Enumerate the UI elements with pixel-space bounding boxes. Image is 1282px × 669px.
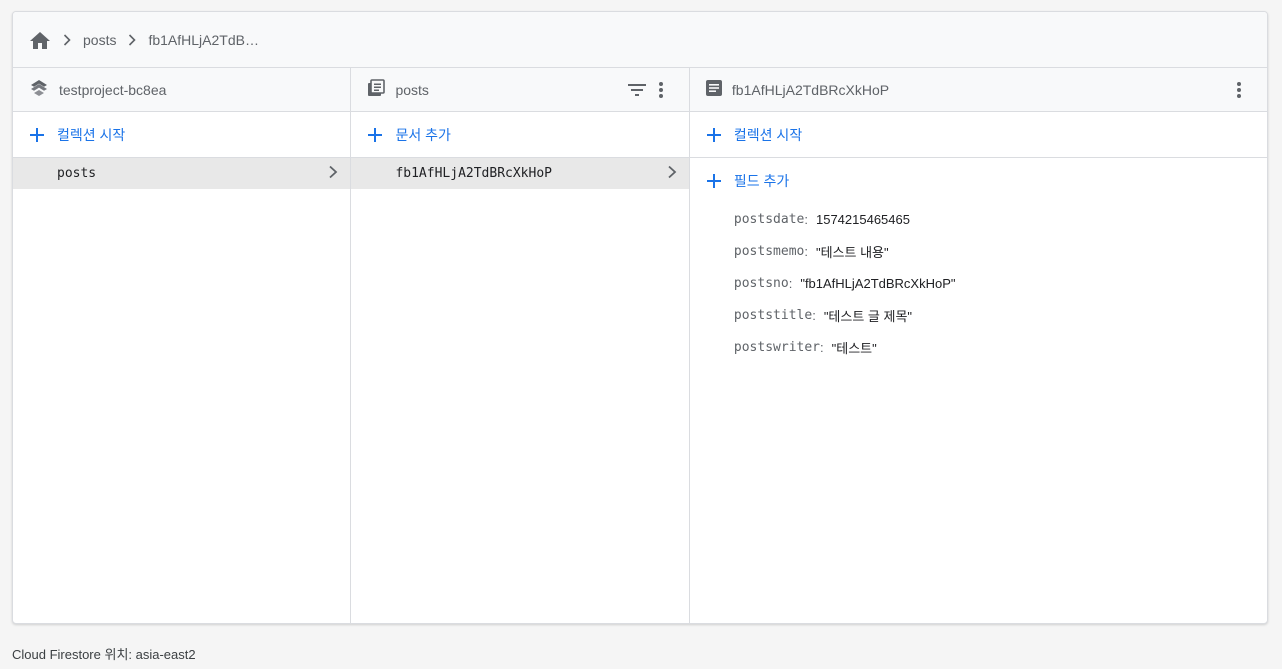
field-colon: : (804, 243, 808, 259)
field-list: postsdate: 1574215465465 postsmemo: "테스트… (690, 203, 1267, 363)
home-icon[interactable] (29, 29, 51, 51)
location-footer: Cloud Firestore 위치: asia-east2 (12, 647, 196, 662)
collection-list: posts (13, 157, 351, 189)
plus-icon (706, 173, 722, 189)
field-value: 1574215465465 (815, 211, 910, 227)
field-colon: : (804, 211, 808, 227)
document-fields: 필드 추가 postsdate: 1574215465465 postsmemo… (689, 157, 1267, 363)
document-column: fb1AfHLjA2TdBRcXkHoP 컬렉션 시작 필드 추가 postsd… (689, 68, 1267, 623)
plus-icon (706, 127, 722, 143)
project-stack-icon (29, 78, 49, 101)
field-colon: : (820, 339, 824, 355)
collection-column-header: posts (351, 68, 689, 112)
plus-icon (367, 127, 383, 143)
field-row[interactable]: postsdate: 1574215465465 (734, 203, 1267, 235)
field-colon: : (788, 275, 793, 291)
chevron-right-icon (667, 165, 677, 183)
field-key: poststitle (733, 307, 813, 323)
add-document-label: 문서 추가 (395, 126, 451, 143)
field-row[interactable]: poststitle: "테스트 글 제목" (734, 299, 1267, 331)
list-item-label: posts (57, 166, 97, 181)
breadcrumb-item-document[interactable]: fb1AfHLjA2TdB… (148, 32, 259, 48)
chevron-right-icon (328, 165, 338, 183)
chevron-right-icon (55, 28, 79, 52)
field-row[interactable]: postswriter: "테스트" (734, 331, 1267, 363)
list-item-label: fb1AfHLjA2TdBRcXkHoP (395, 166, 552, 181)
more-vert-icon[interactable] (649, 78, 673, 102)
start-collection-button[interactable]: 컬렉션 시작 (13, 112, 350, 157)
list-item-document[interactable]: fb1AfHLjA2TdBRcXkHoP (351, 158, 689, 189)
filter-icon[interactable] (625, 78, 649, 102)
data-columns: testproject-bc8ea 컬렉션 시작 posts posts 문서 … (13, 68, 1267, 623)
field-row[interactable]: postsno: "fb1AfHLjA2TdBRcXkHoP" (734, 267, 1267, 299)
field-key: postsmemo (733, 243, 805, 259)
start-subcollection-label: 컬렉션 시작 (733, 126, 803, 143)
project-column: testproject-bc8ea 컬렉션 시작 posts (13, 68, 352, 623)
add-field-label: 필드 추가 (733, 172, 790, 189)
collection-icon (367, 79, 386, 100)
document-title: fb1AfHLjA2TdBRcXkHoP (731, 81, 890, 98)
breadcrumb: posts fb1AfHLjA2TdB… (13, 12, 1267, 68)
field-key: postsdate (733, 211, 805, 227)
firestore-data-panel: posts fb1AfHLjA2TdB… testproject-bc8ea 컬… (12, 11, 1268, 624)
start-collection-label: 컬렉션 시작 (57, 126, 126, 143)
field-value: "테스트" (831, 340, 877, 356)
project-title: testproject-bc8ea (59, 81, 167, 98)
document-column-header: fb1AfHLjA2TdBRcXkHoP (689, 68, 1267, 112)
add-document-button[interactable]: 문서 추가 (351, 112, 688, 157)
plus-icon (29, 127, 45, 143)
list-item-posts[interactable]: posts (13, 158, 351, 189)
collection-column: posts 문서 추가 fb1AfHLjA2TdBRcXkHoP (351, 68, 690, 623)
document-list: fb1AfHLjA2TdBRcXkHoP (351, 157, 689, 189)
add-field-button[interactable]: 필드 추가 (690, 158, 1267, 203)
field-value: "테스트 내용" (815, 244, 889, 260)
field-value: "테스트 글 제목" (823, 308, 913, 324)
start-subcollection-button[interactable]: 컬렉션 시작 (690, 112, 1267, 157)
field-row[interactable]: postsmemo: "테스트 내용" (734, 235, 1267, 267)
field-colon: : (812, 307, 816, 323)
breadcrumb-item-posts[interactable]: posts (83, 32, 116, 48)
collection-title: posts (395, 81, 429, 98)
field-key: postswriter (733, 339, 820, 355)
project-column-header: testproject-bc8ea (13, 68, 351, 112)
chevron-right-icon (120, 28, 144, 52)
field-value: "fb1AfHLjA2TdBRcXkHoP" (800, 275, 956, 291)
document-icon (705, 80, 722, 99)
more-vert-icon[interactable] (1227, 78, 1251, 102)
field-key: postsno (733, 275, 789, 291)
